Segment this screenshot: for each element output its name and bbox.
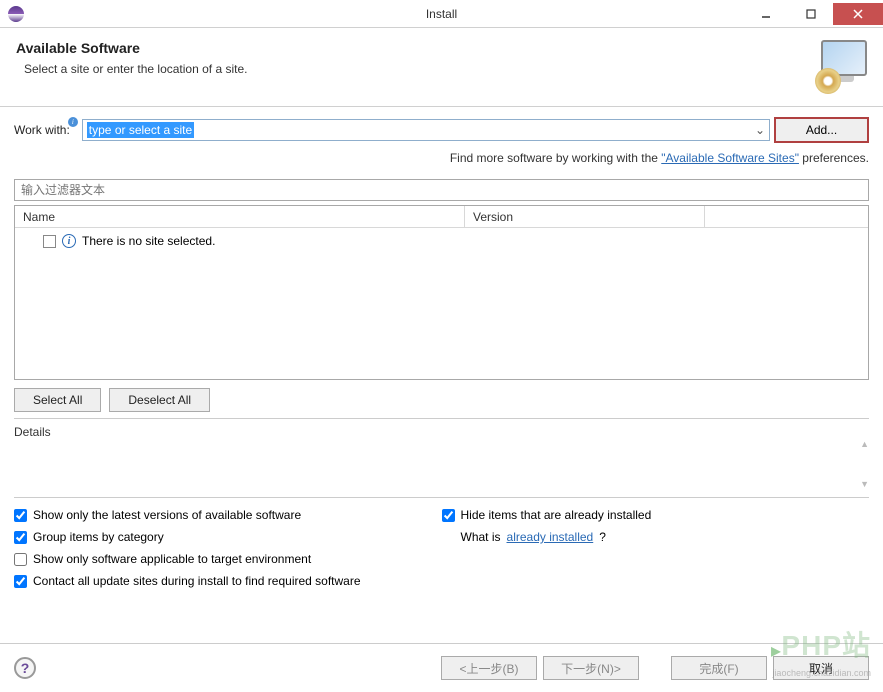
table-row[interactable]: i There is no site selected. — [15, 232, 868, 250]
help-button[interactable]: ? — [14, 657, 36, 679]
back-button[interactable]: <上一步(B) — [441, 656, 537, 680]
checkbox-latest-versions[interactable] — [14, 509, 27, 522]
column-name[interactable]: Name — [15, 206, 465, 227]
footer: ? <上一步(B) 下一步(N)> 完成(F) 取消 — [0, 643, 883, 692]
next-button[interactable]: 下一步(N)> — [543, 656, 639, 680]
header-banner: Available Software Select a site or ente… — [0, 28, 883, 107]
add-button[interactable]: Add... — [774, 117, 869, 143]
row-checkbox[interactable] — [43, 235, 56, 248]
empty-message: There is no site selected. — [82, 234, 215, 248]
whatis-text: What is already installed? — [442, 530, 870, 544]
option-hide-installed[interactable]: Hide items that are already installed — [442, 508, 870, 522]
checkbox-group-category[interactable] — [14, 531, 27, 544]
filter-input[interactable] — [14, 179, 869, 201]
minimize-button[interactable] — [743, 3, 788, 25]
checkbox-applicable-target[interactable] — [14, 553, 27, 566]
maximize-button[interactable] — [788, 3, 833, 25]
close-button[interactable] — [833, 3, 883, 25]
workwith-label: Work with: i — [14, 123, 70, 137]
checkbox-contact-sites[interactable] — [14, 575, 27, 588]
option-group-category[interactable]: Group items by category — [14, 530, 442, 544]
info-icon: i — [62, 234, 76, 248]
cancel-button[interactable]: 取消 — [773, 656, 869, 680]
select-all-button[interactable]: Select All — [14, 388, 101, 412]
column-version[interactable]: Version — [465, 206, 705, 227]
software-table: Name Version i There is no site selected… — [14, 205, 869, 380]
deselect-all-button[interactable]: Deselect All — [109, 388, 210, 412]
workwith-combo[interactable]: type or select a site ⌄ — [82, 119, 770, 141]
page-heading: Available Software — [16, 40, 247, 56]
workwith-value: type or select a site — [87, 122, 194, 138]
window-controls — [743, 3, 883, 25]
finish-button[interactable]: 完成(F) — [671, 656, 767, 680]
info-badge-icon: i — [68, 117, 78, 127]
scroll-down-icon: ▼ — [860, 479, 869, 489]
chevron-down-icon: ⌄ — [755, 123, 765, 137]
column-spacer — [705, 206, 868, 227]
page-subheading: Select a site or enter the location of a… — [24, 62, 247, 76]
checkbox-hide-installed[interactable] — [442, 509, 455, 522]
available-sites-link[interactable]: "Available Software Sites" — [661, 151, 799, 165]
window-title: Install — [426, 7, 457, 21]
titlebar: Install — [0, 0, 883, 28]
already-installed-link[interactable]: already installed — [507, 530, 594, 544]
find-more-text: Find more software by working with the "… — [14, 151, 869, 165]
option-latest-versions[interactable]: Show only the latest versions of availab… — [14, 508, 442, 522]
details-label: Details — [14, 425, 869, 439]
option-contact-sites[interactable]: Contact all update sites during install … — [14, 574, 442, 588]
eclipse-icon — [8, 6, 24, 22]
scroll-up-icon: ▲ — [860, 439, 869, 449]
install-wizard-icon — [807, 40, 867, 94]
option-applicable-target[interactable]: Show only software applicable to target … — [14, 552, 442, 566]
details-body: ▲▼ — [14, 439, 869, 489]
